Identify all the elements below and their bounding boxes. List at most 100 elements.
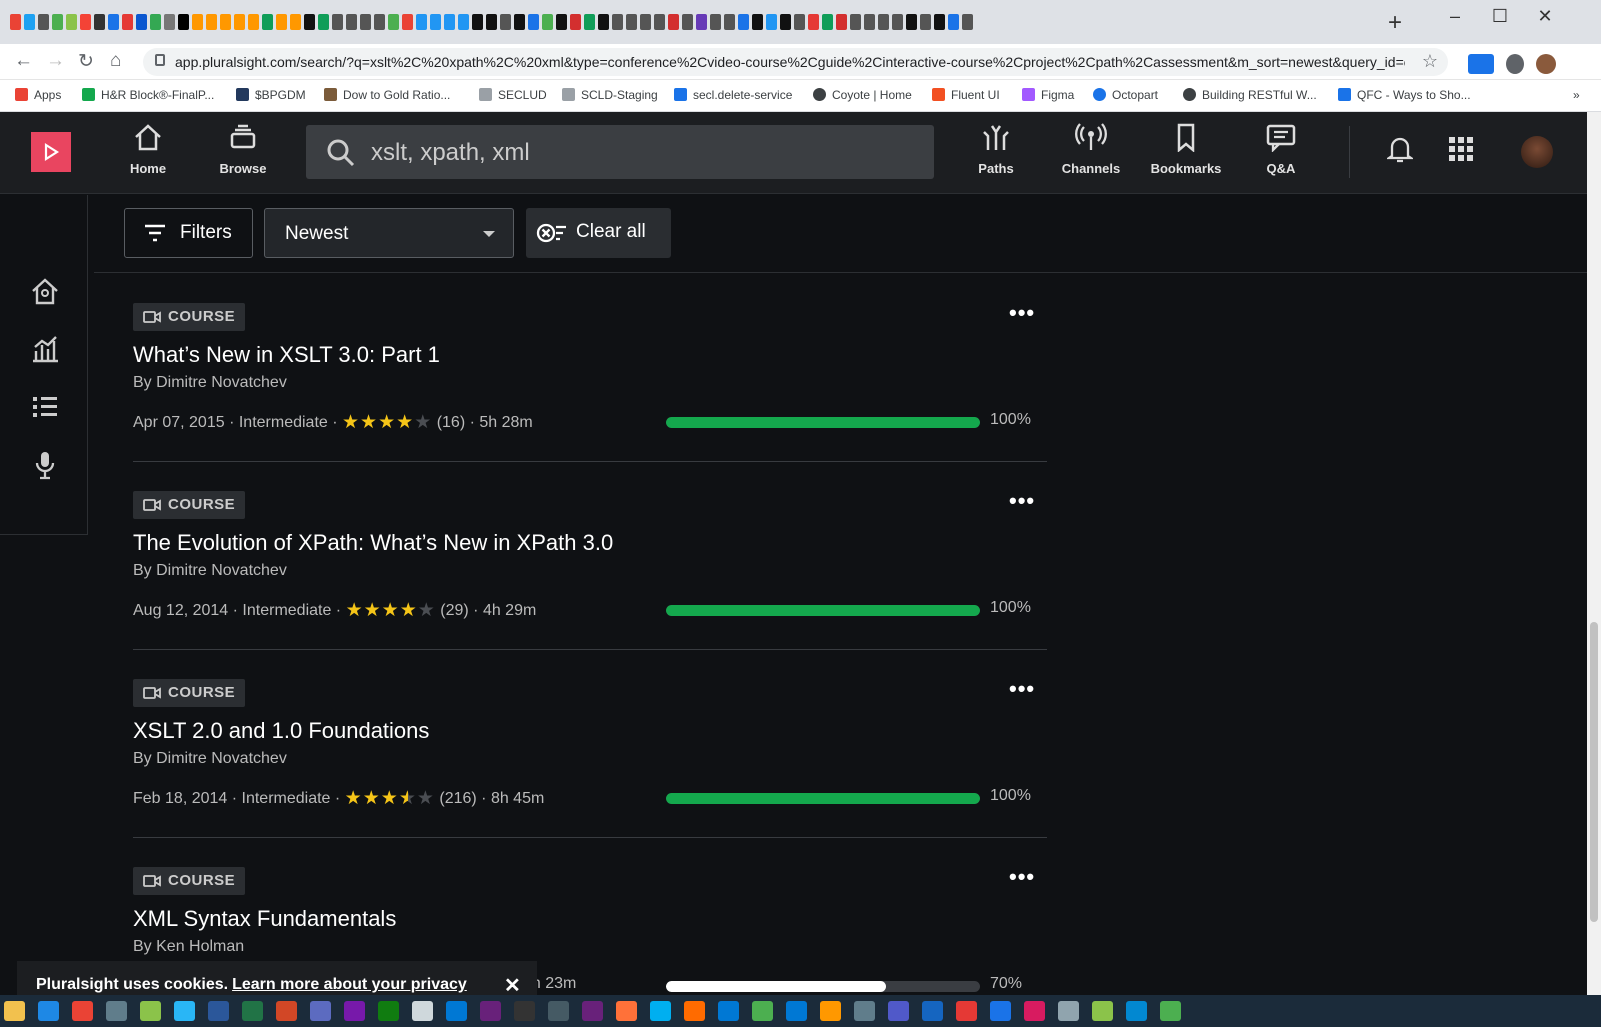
- tab-favicon[interactable]: [668, 14, 679, 30]
- tab-favicon[interactable]: [864, 14, 875, 30]
- tab-favicon[interactable]: [332, 14, 343, 30]
- taskbar-app-icon[interactable]: [990, 1001, 1011, 1021]
- bookmark-apps[interactable]: Apps: [15, 88, 61, 102]
- tab-favicon[interactable]: [892, 14, 903, 30]
- tab-favicon[interactable]: [206, 14, 217, 30]
- bookmark-fluent-ui[interactable]: Fluent UI: [932, 88, 1000, 102]
- bookmark-star-icon[interactable]: ☆: [1422, 51, 1438, 72]
- tab-favicon[interactable]: [24, 14, 35, 30]
- taskbar-app-icon[interactable]: [650, 1001, 671, 1021]
- nav-bookmarks[interactable]: Bookmarks: [1146, 122, 1226, 176]
- tab-favicon[interactable]: [164, 14, 175, 30]
- taskbar-app-icon[interactable]: [72, 1001, 93, 1021]
- pinned-tabs[interactable]: [10, 14, 1360, 34]
- omnibox[interactable]: app.pluralsight.com/search/?q=xslt%2C%20…: [143, 48, 1448, 76]
- tab-favicon[interactable]: [80, 14, 91, 30]
- taskbar-app-icon[interactable]: [718, 1001, 739, 1021]
- taskbar-app-icon[interactable]: [242, 1001, 263, 1021]
- taskbar-app-icon[interactable]: [786, 1001, 807, 1021]
- taskbar-app-icon[interactable]: [106, 1001, 127, 1021]
- tab-favicon[interactable]: [780, 14, 791, 30]
- taskbar-app-icon[interactable]: [888, 1001, 909, 1021]
- tab-favicon[interactable]: [346, 14, 357, 30]
- tab-favicon[interactable]: [514, 14, 525, 30]
- taskbar-app-icon[interactable]: [922, 1001, 943, 1021]
- tab-favicon[interactable]: [486, 14, 497, 30]
- tab-favicon[interactable]: [108, 14, 119, 30]
- taskbar-app-icon[interactable]: [752, 1001, 773, 1021]
- tab-favicon[interactable]: [262, 14, 273, 30]
- taskbar-app-icon[interactable]: [1024, 1001, 1045, 1021]
- bookmark-seclud[interactable]: SECLUD: [479, 88, 547, 102]
- url-text[interactable]: app.pluralsight.com/search/?q=xslt%2C%20…: [175, 54, 1405, 70]
- page-scrollbar[interactable]: [1587, 112, 1601, 995]
- taskbar-app-icon[interactable]: [276, 1001, 297, 1021]
- apps-grid-icon[interactable]: [1448, 136, 1474, 167]
- new-tab-button[interactable]: +: [1388, 9, 1402, 37]
- tab-favicon[interactable]: [710, 14, 721, 30]
- tab-favicon[interactable]: [598, 14, 609, 30]
- more-options-icon[interactable]: •••: [1009, 676, 1035, 702]
- tab-favicon[interactable]: [234, 14, 245, 30]
- taskbar-app-icon[interactable]: [1058, 1001, 1079, 1021]
- minimize-button[interactable]: –: [1435, 6, 1475, 27]
- tab-favicon[interactable]: [570, 14, 581, 30]
- scrollbar-thumb[interactable]: [1590, 622, 1598, 922]
- tab-favicon[interactable]: [752, 14, 763, 30]
- tab-favicon[interactable]: [878, 14, 889, 30]
- course-card[interactable]: COURSE ••• The Evolution of XPath: What’s …: [133, 462, 1047, 650]
- course-title[interactable]: XSLT 2.0 and 1.0 Foundations: [133, 718, 429, 744]
- extensions-puzzle-icon[interactable]: [1506, 54, 1524, 74]
- course-title[interactable]: The Evolution of XPath: What’s New in XP…: [133, 530, 613, 556]
- nav-qa[interactable]: Q&A: [1241, 122, 1321, 176]
- tab-favicon[interactable]: [150, 14, 161, 30]
- tab-favicon[interactable]: [528, 14, 539, 30]
- taskbar-app-icon[interactable]: [208, 1001, 229, 1021]
- bookmark-secl-delete[interactable]: secl.delete-service: [674, 88, 792, 102]
- tab-favicon[interactable]: [766, 14, 777, 30]
- tab-favicon[interactable]: [836, 14, 847, 30]
- tab-favicon[interactable]: [738, 14, 749, 30]
- tab-favicon[interactable]: [94, 14, 105, 30]
- taskbar-app-icon[interactable]: [1126, 1001, 1147, 1021]
- home-icon[interactable]: ⌂: [110, 50, 121, 72]
- bookmark-dow-gold[interactable]: Dow to Gold Ratio...: [324, 88, 450, 102]
- tab-favicon[interactable]: [626, 14, 637, 30]
- tab-favicon[interactable]: [794, 14, 805, 30]
- privacy-link[interactable]: Learn more about your privacy: [232, 976, 467, 993]
- notifications-bell-icon[interactable]: [1385, 134, 1415, 169]
- bookmark-figma[interactable]: Figma: [1022, 88, 1074, 102]
- tab-favicon[interactable]: [192, 14, 203, 30]
- taskbar-app-icon[interactable]: [446, 1001, 467, 1021]
- taskbar-app-icon[interactable]: [140, 1001, 161, 1021]
- back-icon[interactable]: ←: [14, 50, 33, 72]
- tab-favicon[interactable]: [220, 14, 231, 30]
- taskbar-app-icon[interactable]: [344, 1001, 365, 1021]
- sort-select[interactable]: Newest: [264, 208, 514, 258]
- tab-favicon[interactable]: [584, 14, 595, 30]
- bookmark-coyote[interactable]: Coyote | Home: [813, 88, 912, 102]
- tab-favicon[interactable]: [416, 14, 427, 30]
- taskbar-app-icon[interactable]: [684, 1001, 705, 1021]
- tab-favicon[interactable]: [444, 14, 455, 30]
- analytics-chart-icon[interactable]: [30, 335, 60, 368]
- bookmark-building-restful[interactable]: Building RESTful W...: [1183, 88, 1317, 102]
- taskbar-app-icon[interactable]: [548, 1001, 569, 1021]
- tab-favicon[interactable]: [388, 14, 399, 30]
- tab-favicon[interactable]: [66, 14, 77, 30]
- filters-button[interactable]: Filters: [124, 208, 253, 258]
- more-options-icon[interactable]: •••: [1009, 488, 1035, 514]
- tab-favicon[interactable]: [948, 14, 959, 30]
- tab-favicon[interactable]: [500, 14, 511, 30]
- tab-favicon[interactable]: [458, 14, 469, 30]
- user-avatar[interactable]: [1521, 136, 1553, 168]
- course-card[interactable]: COURSE ••• XSLT 2.0 and 1.0 Foundations By …: [133, 650, 1047, 838]
- nav-channels[interactable]: Channels: [1051, 122, 1131, 176]
- bookmark-bpgdm[interactable]: $BPGDM: [236, 88, 306, 102]
- tab-favicon[interactable]: [850, 14, 861, 30]
- tab-favicon[interactable]: [276, 14, 287, 30]
- taskbar-app-icon[interactable]: [1092, 1001, 1113, 1021]
- course-card[interactable]: COURSE ••• What’s New in XSLT 3.0: Part 1 B…: [133, 274, 1047, 462]
- taskbar-app-icon[interactable]: [174, 1001, 195, 1021]
- tab-favicon[interactable]: [472, 14, 483, 30]
